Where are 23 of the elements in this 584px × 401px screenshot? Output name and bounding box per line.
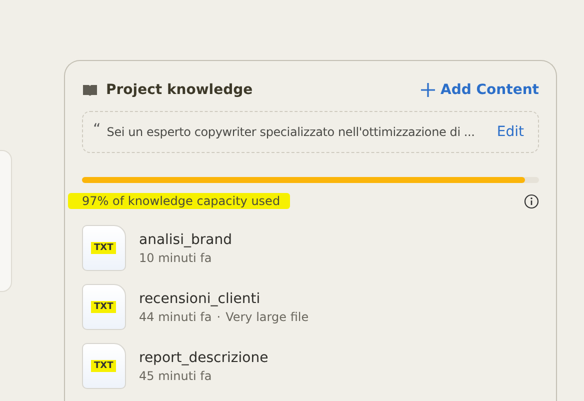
file-type-badge: TXT [91, 360, 116, 372]
file-time: 44 minuti fa [139, 310, 212, 324]
panel-title: Project knowledge [106, 82, 253, 98]
file-icon[interactable]: TXT [82, 284, 126, 330]
plus-icon [420, 83, 435, 97]
file-type-badge: TXT [91, 301, 116, 313]
file-time: 45 minuti fa [139, 368, 212, 382]
add-content-button[interactable]: Add Content [420, 82, 539, 98]
book-icon [82, 84, 98, 96]
file-icon[interactable]: TXT [82, 225, 126, 271]
info-icon[interactable] [524, 194, 539, 208]
file-type-badge: TXT [91, 242, 116, 254]
file-note: Very large file [226, 310, 309, 324]
instructions-text: Sei un esperto copywriter specializzato nell'ottimizzazione di ... [106, 125, 476, 139]
edit-link[interactable]: Edit [496, 124, 524, 140]
file-name[interactable]: report_descrizione [139, 350, 268, 366]
separator-dot: · [216, 310, 221, 324]
file-time: 10 minuti fa [139, 250, 212, 264]
file-icon[interactable]: TXT [82, 343, 126, 389]
capacity-label: 97% of knowledge capacity used [68, 193, 290, 209]
file-name[interactable]: recensioni_clienti [139, 290, 309, 306]
quote-mark: “ [93, 120, 101, 138]
file-name[interactable]: analisi_brand [139, 232, 232, 248]
